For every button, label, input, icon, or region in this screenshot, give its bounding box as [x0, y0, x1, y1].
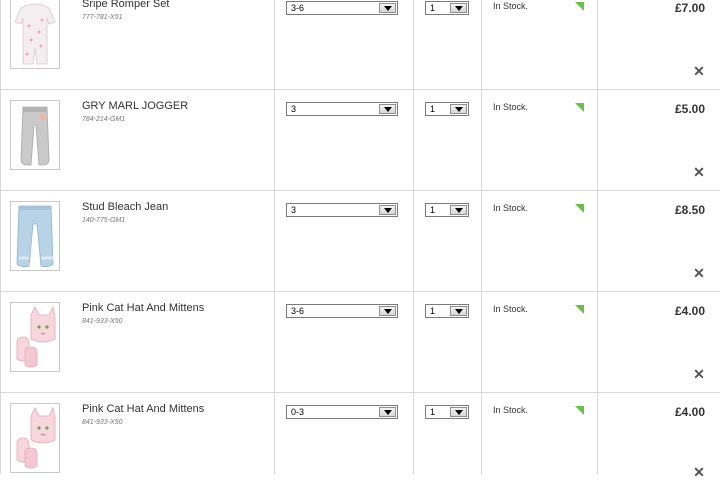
jogger-image: [20, 106, 50, 166]
quantity-select-value: 1: [430, 306, 436, 316]
row-divider: [0, 392, 720, 393]
column-divider: [0, 0, 1, 474]
column-divider: [597, 0, 598, 474]
dropdown-arrow-icon[interactable]: [450, 306, 467, 316]
dropdown-arrow-icon[interactable]: [379, 104, 396, 114]
dropdown-arrow-icon[interactable]: [450, 3, 467, 13]
size-select-value: 0-3: [291, 407, 305, 417]
quantity-select-value: 1: [430, 407, 436, 417]
quantity-select[interactable]: 1: [425, 405, 469, 419]
stock-flag-icon: [575, 406, 584, 415]
column-divider: [274, 0, 275, 474]
remove-item-icon[interactable]: ✕: [693, 367, 705, 381]
row-divider: [0, 89, 720, 90]
product-name[interactable]: Pink Cat Hat And Mittens: [82, 403, 204, 415]
product-thumbnail[interactable]: [10, 302, 60, 372]
row-divider: [0, 190, 720, 191]
product-name[interactable]: Sripe Romper Set: [82, 0, 169, 10]
item-price: £8.50: [674, 203, 705, 217]
stock-flag-icon: [575, 2, 584, 11]
product-name[interactable]: GRY MARL JOGGER: [82, 100, 188, 112]
hat-mittens-image: [16, 305, 56, 368]
stock-status: In Stock.: [493, 304, 529, 314]
product-code: 784-214-GM1: [82, 116, 126, 123]
size-select-value: 3-6: [291, 306, 305, 316]
remove-item-icon[interactable]: ✕: [693, 64, 705, 78]
product-thumbnail[interactable]: [10, 0, 60, 69]
column-divider: [481, 0, 482, 474]
product-thumbnail[interactable]: [10, 201, 60, 271]
size-select[interactable]: 3: [286, 203, 398, 217]
product-name[interactable]: Pink Cat Hat And Mittens: [82, 302, 204, 314]
dropdown-arrow-icon[interactable]: [450, 104, 467, 114]
quantity-select-value: 1: [430, 3, 436, 13]
product-code: 777-781-X51: [82, 14, 123, 21]
quantity-select-value: 1: [430, 104, 436, 114]
product-code: 841-933-X50: [82, 318, 123, 325]
dropdown-arrow-icon[interactable]: [450, 205, 467, 215]
size-select[interactable]: 3-6: [286, 304, 398, 318]
item-price: £4.00: [674, 304, 705, 318]
quantity-select[interactable]: 1: [425, 102, 469, 116]
dropdown-arrow-icon[interactable]: [379, 3, 396, 13]
stock-flag-icon: [575, 305, 584, 314]
jean-image: [16, 205, 54, 268]
stock-flag-icon: [575, 204, 584, 213]
remove-item-icon[interactable]: ✕: [693, 266, 705, 280]
stock-status: In Stock.: [493, 203, 529, 213]
size-select-value: 3: [291, 104, 297, 114]
dropdown-arrow-icon[interactable]: [450, 407, 467, 417]
item-price: £4.00: [674, 405, 705, 419]
product-name[interactable]: Stud Bleach Jean: [82, 201, 168, 213]
quantity-select[interactable]: 1: [425, 203, 469, 217]
dropdown-arrow-icon[interactable]: [379, 306, 396, 316]
product-code: 140-775-GM1: [82, 217, 126, 224]
size-select[interactable]: 3: [286, 102, 398, 116]
dropdown-arrow-icon[interactable]: [379, 407, 396, 417]
stock-flag-icon: [575, 103, 584, 112]
item-price: £7.00: [674, 1, 705, 15]
quantity-select[interactable]: 1: [425, 304, 469, 318]
stock-status: In Stock.: [493, 1, 529, 11]
item-price: £5.00: [674, 102, 705, 116]
dropdown-arrow-icon[interactable]: [379, 205, 396, 215]
quantity-select[interactable]: 1: [425, 1, 469, 15]
product-code: 841-933-X50: [82, 419, 123, 426]
column-divider: [413, 0, 414, 474]
product-thumbnail[interactable]: [10, 100, 60, 170]
stock-status: In Stock.: [493, 102, 529, 112]
stock-status: In Stock.: [493, 405, 529, 415]
remove-item-icon[interactable]: ✕: [693, 165, 705, 179]
romper-image: [14, 3, 56, 65]
size-select-value: 3: [291, 205, 297, 215]
quantity-select-value: 1: [430, 205, 436, 215]
row-divider: [0, 291, 720, 292]
size-select-value: 3-6: [291, 3, 305, 13]
hat-mittens-image: [16, 406, 56, 469]
size-select[interactable]: 3-6: [286, 1, 398, 15]
product-thumbnail[interactable]: [10, 403, 60, 473]
size-select[interactable]: 0-3: [286, 405, 398, 419]
remove-item-icon[interactable]: ✕: [693, 465, 705, 479]
